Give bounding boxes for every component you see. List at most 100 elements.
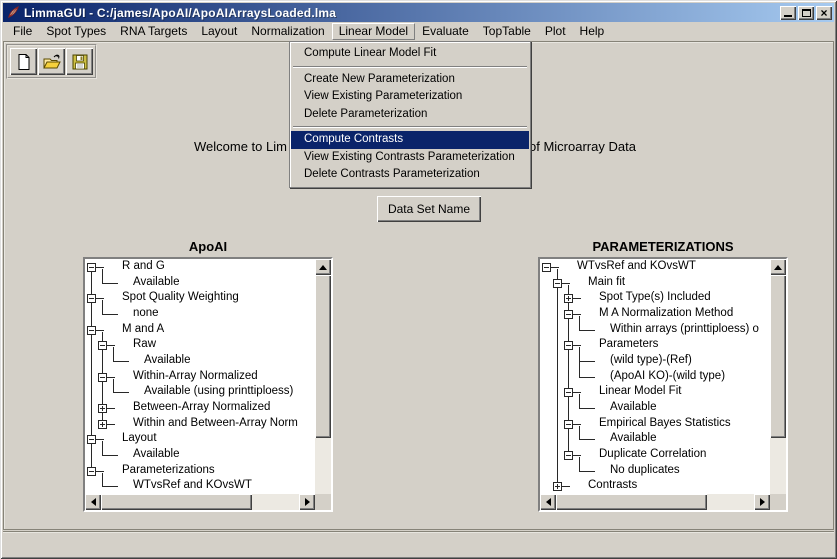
- tree-row: Available: [85, 275, 315, 291]
- tree-node-label[interactable]: none: [133, 306, 159, 322]
- tree-node-label[interactable]: WTvsRef and KOvsWT: [577, 259, 696, 275]
- scroll-left-button[interactable]: [85, 494, 101, 510]
- tree-node-label[interactable]: (wild type)-(Ref): [610, 353, 692, 369]
- menubar-item-layout[interactable]: Layout: [194, 23, 244, 40]
- tree-node-label[interactable]: Contrasts: [588, 478, 637, 494]
- parameterizations-tree-title: PARAMETERIZATIONS: [538, 238, 788, 257]
- dataset-tree: R and GAvailableSpot Quality Weightingno…: [83, 257, 333, 512]
- tree-node-label[interactable]: Parameters: [599, 337, 658, 353]
- menubar-item-file[interactable]: File: [6, 23, 39, 40]
- tree-row: Within arrays (printtiploess) o: [540, 322, 770, 338]
- welcome-text-right: of Microarray Data: [529, 139, 636, 156]
- tree-node-label[interactable]: Duplicate Correlation: [599, 447, 706, 463]
- tree-node-label[interactable]: Parameterizations: [122, 463, 215, 479]
- tree-node-label[interactable]: Within and Between-Array Norm: [133, 416, 298, 432]
- save-floppy-icon: [71, 53, 89, 71]
- tree-node-label[interactable]: Available: [133, 447, 179, 463]
- limmagui-window: LimmaGUI - C:/james/ApoAI/ApoAIArraysLoa…: [0, 0, 837, 559]
- welcome-text-left: Welcome to Lim: [194, 139, 291, 156]
- tree-node-label[interactable]: Available: [144, 353, 190, 369]
- scroll-left-button[interactable]: [540, 494, 556, 510]
- tree-row: Available (using printtiploess): [85, 384, 315, 400]
- tree-row: Parameterizations: [85, 463, 315, 479]
- menubar-item-linear-model[interactable]: Linear Model: [332, 23, 415, 40]
- scroll-right-button[interactable]: [754, 494, 770, 510]
- vertical-scrollbar[interactable]: [770, 259, 786, 510]
- new-file-button[interactable]: [10, 48, 37, 75]
- tree-node-label[interactable]: Between-Array Normalized: [133, 400, 270, 416]
- menubar-item-spot-types[interactable]: Spot Types: [39, 23, 113, 40]
- tree-node-label[interactable]: WTvsRef and KOvsWT: [133, 478, 252, 494]
- parameterizations-tree-panel: PARAMETERIZATIONS WTvsRef and KOvsWTMain…: [538, 238, 788, 512]
- minimize-button[interactable]: [780, 6, 796, 20]
- menu-item-compute-linear-model-fit[interactable]: Compute Linear Model Fit: [291, 45, 529, 63]
- tree-node-label[interactable]: M and A: [122, 322, 164, 338]
- menu-item-delete-parameterization[interactable]: Delete Parameterization: [291, 106, 529, 124]
- status-area: [3, 531, 834, 556]
- menubar-item-plot[interactable]: Plot: [538, 23, 573, 40]
- tree-node-label[interactable]: Within-Array Normalized: [133, 369, 258, 385]
- scroll-up-button[interactable]: [315, 259, 331, 275]
- close-icon: ×: [820, 8, 827, 18]
- menu-separator: [293, 126, 527, 128]
- tree-row: WTvsRef and KOvsWT: [85, 478, 315, 494]
- tree-node-label[interactable]: No duplicates: [610, 463, 680, 479]
- maximize-icon: [802, 9, 811, 17]
- tk-feather-icon: [6, 5, 21, 20]
- horizontal-scrollbar[interactable]: [540, 494, 770, 510]
- tree-node-label[interactable]: M A Normalization Method: [599, 306, 733, 322]
- menubar-item-toptable[interactable]: TopTable: [476, 23, 538, 40]
- menu-item-view-existing-parameterization[interactable]: View Existing Parameterization: [291, 88, 529, 106]
- tree-node-label[interactable]: Empirical Bayes Statistics: [599, 416, 731, 432]
- titlebar[interactable]: LimmaGUI - C:/james/ApoAI/ApoAIArraysLoa…: [3, 3, 834, 22]
- menubar: FileSpot TypesRNA TargetsLayoutNormaliza…: [3, 22, 834, 41]
- tree-node-label[interactable]: Raw: [133, 337, 156, 353]
- scroll-right-button[interactable]: [299, 494, 315, 510]
- menu-item-create-new-parameterization[interactable]: Create New Parameterization: [291, 71, 529, 89]
- tree-row: Duplicate Correlation: [540, 447, 770, 463]
- menubar-item-help[interactable]: Help: [573, 23, 612, 40]
- tree-node-label[interactable]: Spot Quality Weighting: [122, 290, 239, 306]
- tree-row: Linear Model Fit: [540, 384, 770, 400]
- tree-node-label[interactable]: R and G: [122, 259, 165, 275]
- horizontal-scroll-thumb[interactable]: [101, 494, 252, 510]
- tree-node-label[interactable]: Within arrays (printtiploess) o: [610, 322, 759, 338]
- menu-item-compute-contrasts[interactable]: Compute Contrasts: [291, 131, 529, 149]
- tree-node-label[interactable]: Available: [133, 275, 179, 291]
- arrow-left-icon: [91, 498, 96, 506]
- menu-item-view-existing-contrasts-parameterization[interactable]: View Existing Contrasts Parameterization: [291, 149, 529, 167]
- menubar-item-evaluate[interactable]: Evaluate: [415, 23, 476, 40]
- tree-row: Available: [540, 400, 770, 416]
- parameterizations-tree-view: WTvsRef and KOvsWTMain fitSpot Type(s) I…: [540, 259, 770, 494]
- open-file-button[interactable]: [38, 48, 65, 75]
- menu-separator: [293, 66, 527, 68]
- tree-row: Between-Array Normalized: [85, 400, 315, 416]
- tree-row: Contrasts: [540, 478, 770, 494]
- menubar-item-normalization[interactable]: Normalization: [244, 23, 331, 40]
- maximize-button[interactable]: [798, 6, 814, 20]
- vertical-scroll-thumb[interactable]: [315, 275, 331, 438]
- vertical-scrollbar[interactable]: [315, 259, 331, 510]
- data-set-name-button[interactable]: Data Set Name: [377, 196, 481, 222]
- open-folder-icon: [42, 53, 62, 71]
- horizontal-scrollbar[interactable]: [85, 494, 315, 510]
- tree-node-label[interactable]: (ApoAI KO)-(wild type): [610, 369, 725, 385]
- vertical-scroll-thumb[interactable]: [770, 275, 786, 438]
- tree-node-label[interactable]: Available: [610, 400, 656, 416]
- tree-row: M A Normalization Method: [540, 306, 770, 322]
- menubar-item-rna-targets[interactable]: RNA Targets: [113, 23, 194, 40]
- menu-item-delete-contrasts-parameterization[interactable]: Delete Contrasts Parameterization: [291, 166, 529, 184]
- scroll-up-button[interactable]: [770, 259, 786, 275]
- save-file-button[interactable]: [66, 48, 93, 75]
- tree-node-label[interactable]: Available: [610, 431, 656, 447]
- horizontal-scroll-thumb[interactable]: [556, 494, 707, 510]
- tree-node-label[interactable]: Spot Type(s) Included: [599, 290, 711, 306]
- tree-row: Available: [540, 431, 770, 447]
- tree-node-label[interactable]: Available (using printtiploess): [144, 384, 293, 400]
- minimize-icon: [784, 15, 792, 17]
- tree-node-label[interactable]: Layout: [122, 431, 157, 447]
- tree-node-label[interactable]: Linear Model Fit: [599, 384, 681, 400]
- toolbar: [6, 44, 97, 79]
- tree-node-label[interactable]: Main fit: [588, 275, 625, 291]
- close-button[interactable]: ×: [816, 6, 832, 20]
